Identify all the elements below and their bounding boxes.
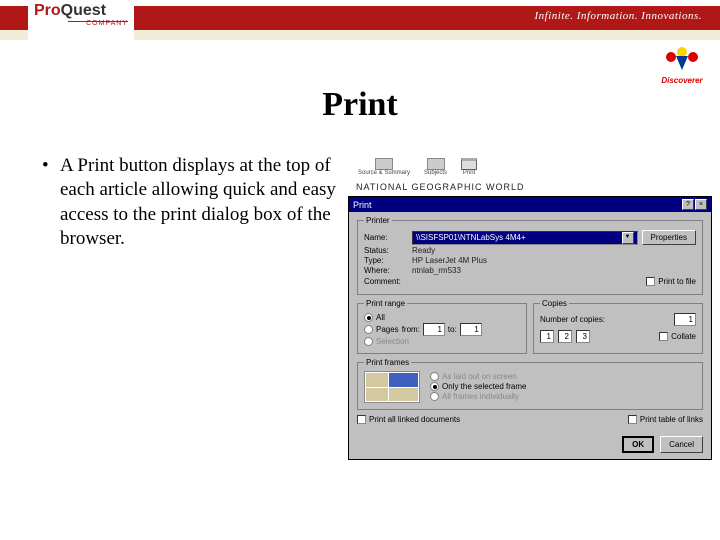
cancel-button[interactable]: Cancel bbox=[660, 436, 703, 453]
article-title: NATIONAL GEOGRAPHIC WORLD bbox=[348, 180, 712, 194]
dialog-title-text: Print bbox=[353, 200, 372, 210]
type-label: Type: bbox=[364, 256, 408, 265]
print-range-group: Print range All Pages from: 1 to: 1 Sele… bbox=[357, 299, 527, 354]
printer-group: Printer Name: \\SISFSP01\NTNLabSys 4M4+ … bbox=[357, 216, 703, 295]
where-label: Where: bbox=[364, 266, 408, 275]
properties-button[interactable]: Properties bbox=[642, 230, 696, 245]
ok-button[interactable]: OK bbox=[622, 436, 654, 453]
chevron-down-icon: ▼ bbox=[622, 232, 634, 244]
bullet-list: A Print button displays at the top of ea… bbox=[40, 154, 340, 460]
discoverer-logo: Discoverer bbox=[654, 46, 710, 85]
range-selection-radio[interactable]: Selection bbox=[364, 337, 520, 346]
copies-legend: Copies bbox=[540, 299, 569, 308]
range-pages-radio[interactable]: Pages bbox=[364, 325, 399, 334]
dialog-titlebar: Print ? × bbox=[349, 197, 711, 212]
toolbar-print[interactable]: Print bbox=[461, 158, 477, 176]
frames-legend: Print frames bbox=[364, 358, 411, 367]
frames-preview-icon bbox=[364, 371, 420, 403]
proquest-logo: ProQuest COMPANY bbox=[28, 0, 134, 40]
dialog-help-button[interactable]: ? bbox=[682, 199, 694, 210]
bullet-item: A Print button displays at the top of ea… bbox=[40, 154, 340, 251]
frames-selected-radio[interactable]: Only the selected frame bbox=[430, 382, 526, 391]
print-frames-group: Print frames As laid out on screen Only … bbox=[357, 358, 703, 410]
printer-name-select[interactable]: \\SISFSP01\NTNLabSys 4M4+ ▼ bbox=[412, 231, 638, 245]
frames-all-radio[interactable]: All frames individually bbox=[430, 392, 526, 401]
where-value: ntnlab_rm533 bbox=[412, 266, 461, 275]
discoverer-label: Discoverer bbox=[654, 76, 710, 85]
name-label: Name: bbox=[364, 233, 408, 242]
range-to-input[interactable]: 1 bbox=[460, 323, 482, 336]
dialog-close-button[interactable]: × bbox=[695, 199, 707, 210]
printer-legend: Printer bbox=[364, 216, 392, 225]
slide-header: Infinite. Information. Innovations. ProQ… bbox=[0, 0, 720, 50]
copies-input[interactable]: 1 bbox=[674, 313, 696, 326]
logo-pro: Pro bbox=[34, 2, 61, 19]
toolbar-source-summary[interactable]: Source & Summary bbox=[358, 158, 410, 176]
toolbar-subjects[interactable]: Subjects bbox=[424, 158, 447, 176]
collate-checkbox[interactable]: Collate bbox=[659, 332, 696, 341]
comment-label: Comment: bbox=[364, 277, 408, 286]
linked-docs-checkbox[interactable]: Print all linked documents bbox=[357, 415, 460, 424]
status-value: Ready bbox=[412, 246, 435, 255]
print-icon bbox=[461, 158, 477, 170]
range-all-radio[interactable]: All bbox=[364, 313, 520, 322]
source-summary-icon bbox=[375, 158, 393, 170]
status-label: Status: bbox=[364, 246, 408, 255]
print-dialog-screenshot: Source & Summary Subjects Print NATIONAL… bbox=[348, 154, 712, 460]
print-to-file-checkbox[interactable]: Print to file bbox=[646, 277, 696, 286]
print-dialog: Print ? × Printer Name: \\SISFSP01\NTNLa… bbox=[348, 196, 712, 460]
range-legend: Print range bbox=[364, 299, 407, 308]
range-from-input[interactable]: 1 bbox=[423, 323, 445, 336]
slide-title: Print bbox=[0, 86, 720, 124]
type-value: HP LaserJet 4M Plus bbox=[412, 256, 487, 265]
table-links-checkbox[interactable]: Print table of links bbox=[628, 415, 703, 424]
copies-label: Number of copies: bbox=[540, 315, 605, 324]
tagline: Infinite. Information. Innovations. bbox=[534, 10, 702, 22]
frames-laidout-radio[interactable]: As laid out on screen bbox=[430, 372, 526, 381]
article-toolbar: Source & Summary Subjects Print bbox=[348, 154, 712, 180]
subjects-icon bbox=[427, 158, 445, 170]
logo-quest: Quest bbox=[61, 2, 106, 19]
logo-company: COMPANY bbox=[34, 20, 128, 27]
copies-group: Copies Number of copies: 1 1 2 3 Collate bbox=[533, 299, 703, 354]
